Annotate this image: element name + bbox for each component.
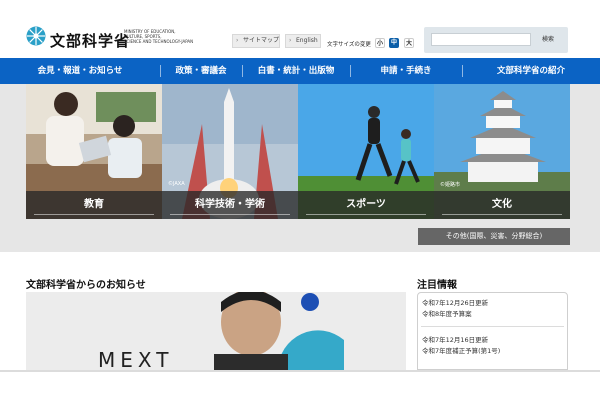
tile-sports-label: スポーツ: [298, 191, 434, 219]
himeji-credit: ©姫路市: [440, 182, 461, 188]
header: 文部科学省 MINISTRY OF EDUCATION, CULTURE, SP…: [0, 0, 600, 58]
nav-item-publications[interactable]: 白書・統計・出版物: [242, 58, 350, 84]
tile-culture[interactable]: ©姫路市 文化: [434, 84, 570, 219]
bottom-bar: [0, 370, 600, 400]
tile-science-label: 科学技術・学術: [162, 191, 298, 219]
logo-emblem-icon: [26, 26, 46, 46]
sitemap-button[interactable]: › サイトマップ: [232, 34, 280, 48]
nav-item-procedures[interactable]: 申請・手続き: [350, 58, 462, 84]
font-size-small-button[interactable]: 小: [375, 38, 385, 48]
nav-item-press[interactable]: 会見・報道・お知らせ: [0, 58, 160, 84]
global-nav: 会見・報道・お知らせ 政策・審議会 白書・統計・出版物 申請・手続き 文部科学省…: [0, 58, 600, 84]
divider: [421, 326, 564, 327]
sitemap-label: サイトマップ: [243, 37, 280, 44]
search-button[interactable]: 検索: [534, 33, 562, 46]
nav-item-policy[interactable]: 政策・審議会: [160, 58, 242, 84]
mext-text: MEXT: [98, 348, 174, 370]
attention-item-date: 令和7年12月26日更新: [422, 299, 489, 307]
english-button[interactable]: › English: [285, 34, 321, 48]
attention-heading: 注目情報: [417, 280, 457, 291]
jaxa-credit: ©JAXA: [168, 181, 185, 187]
news-heading: 文部科学省からのお知らせ: [26, 280, 146, 291]
logo-title: 文部科学省: [50, 32, 131, 50]
attention-item-link[interactable]: 令和7年度補正予算(第1号): [422, 346, 500, 356]
tile-education[interactable]: 教育: [26, 84, 162, 219]
font-size-label: 文字サイズの変更: [327, 42, 371, 48]
english-label: English: [296, 37, 318, 44]
search-area: 検索: [424, 27, 568, 53]
feature-photo: [26, 292, 406, 370]
attention-list: 令和7年12月26日更新 令和8年度予算案 令和7年12月16日更新 令和7年度…: [417, 292, 568, 370]
logo-subtitle: MINISTRY OF EDUCATION, CULTURE, SPORTS, …: [124, 29, 194, 44]
tile-education-label: 教育: [26, 191, 162, 219]
news-feature-banner[interactable]: MEXT: [26, 292, 406, 370]
search-input[interactable]: [431, 33, 531, 46]
tile-sports[interactable]: スポーツ: [298, 84, 434, 219]
tile-science[interactable]: ©JAXA 科学技術・学術: [162, 84, 298, 219]
font-size-medium-button[interactable]: 中: [389, 38, 399, 48]
mext-logo[interactable]: 文部科学省 MINISTRY OF EDUCATION, CULTURE, SP…: [26, 24, 193, 54]
attention-item-link[interactable]: 令和8年度予算案: [422, 309, 472, 319]
attention-item-date: 令和7年12月16日更新: [422, 336, 489, 344]
other-fields-button[interactable]: その他(国際、災害、分野総合): [418, 228, 570, 245]
chevron-right-icon: ›: [236, 37, 239, 44]
nav-item-about[interactable]: 文部科学省の紹介: [462, 58, 600, 84]
chevron-right-icon: ›: [289, 37, 292, 44]
tile-culture-label: 文化: [434, 191, 570, 219]
font-size-large-button[interactable]: 大: [404, 38, 414, 48]
